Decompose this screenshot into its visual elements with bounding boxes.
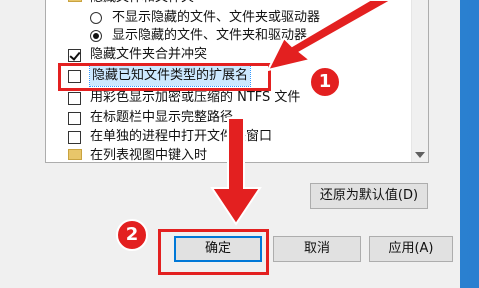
annotation-arrows [210, 0, 395, 226]
step-1-badge: 1 [309, 66, 341, 98]
step-2-badge: 2 [116, 219, 148, 251]
arrow-to-option-icon [266, 0, 395, 72]
arrow-to-ok-icon [210, 117, 262, 226]
desktop-strip [460, 0, 479, 288]
